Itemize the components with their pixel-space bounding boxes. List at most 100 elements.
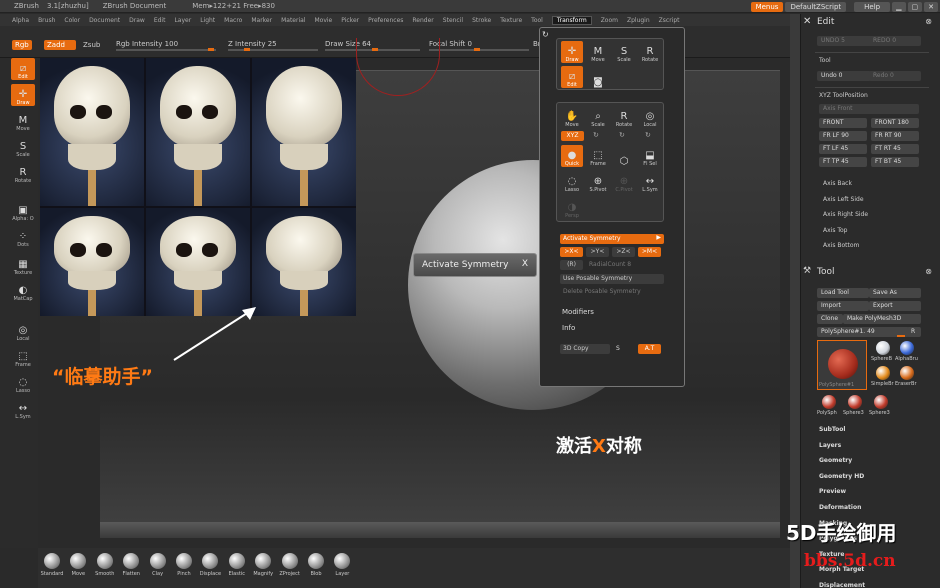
axis-left-side-button[interactable]: Axis Left Side: [823, 196, 864, 203]
help-button[interactable]: Help: [854, 1, 891, 12]
radial-r-toggle[interactable]: (R): [560, 260, 583, 270]
menu-color[interactable]: Color: [64, 17, 80, 24]
menu-preferences[interactable]: Preferences: [368, 17, 403, 24]
radial-count-slider[interactable]: RadialCount 8: [586, 260, 664, 270]
menu-light[interactable]: Light: [200, 17, 215, 24]
shelf-matcap-button[interactable]: ◐ MatCap: [11, 280, 35, 302]
transform-camera-button[interactable]: ◙: [587, 66, 609, 88]
axis-back-button[interactable]: Axis Back: [823, 180, 852, 187]
maximize-icon[interactable]: ▢: [907, 1, 923, 12]
undo-steps-button[interactable]: UNDO 5: [817, 36, 873, 46]
subpalette-subtool[interactable]: SubTool: [819, 426, 845, 433]
axis-right-side-button[interactable]: Axis Right Side: [823, 211, 868, 218]
menu-texture[interactable]: Texture: [500, 17, 522, 24]
brush-flatten-button[interactable]: Flatten: [119, 553, 143, 577]
view-ft-bt-45-button[interactable]: FT BT 45: [871, 157, 919, 167]
view-ft-rt-45-button[interactable]: FT RT 45: [871, 144, 919, 154]
transform-quick-button[interactable]: ● Quick: [561, 145, 583, 167]
menu-macro[interactable]: Macro: [224, 17, 242, 24]
transform-persp-button[interactable]: ◑ Persp: [561, 197, 583, 219]
menu-stencil[interactable]: Stencil: [443, 17, 463, 24]
transform-draw-button[interactable]: ✛ Draw: [561, 41, 583, 63]
tool-thumb-sphere3[interactable]: Sphere3: [869, 394, 893, 418]
axis-top-button[interactable]: Axis Top: [823, 227, 847, 234]
shelf-lsym-button[interactable]: ↔ L.Sym: [11, 398, 35, 420]
axis-front-button[interactable]: Axis Front: [819, 104, 919, 114]
transform-cpivot-button[interactable]: ⊕ C.Pivot: [613, 171, 635, 193]
z-intensity-slider[interactable]: [228, 49, 318, 51]
rgb-toggle[interactable]: Rgb: [12, 40, 32, 50]
menu-tool[interactable]: Tool: [531, 17, 543, 24]
clone-button[interactable]: Clone: [817, 314, 843, 324]
subpalette-preview[interactable]: Preview: [819, 488, 846, 495]
brush-move-button[interactable]: Move: [66, 553, 90, 577]
symmetry-y-toggle[interactable]: >Y<: [586, 247, 609, 257]
brush-layer-button[interactable]: Layer: [330, 553, 354, 577]
tool-thumb-simplebr[interactable]: SimpleBr: [871, 365, 895, 389]
axis-bottom-button[interactable]: Axis Bottom: [823, 242, 859, 249]
default-zscript-button[interactable]: DefaultZScript: [785, 1, 847, 12]
tool-thumb-polysphere[interactable]: PolySphere#1: [817, 340, 867, 390]
brush-clay-button[interactable]: Clay: [146, 553, 170, 577]
tool-thumb-sphereb[interactable]: SphereB: [871, 340, 895, 364]
transform-rotate-button[interactable]: R Rotate: [613, 106, 635, 128]
transform-flsel-button[interactable]: ⬓ Fl Sel: [639, 145, 661, 167]
close-tray-icon[interactable]: ✕: [803, 16, 811, 27]
shelf-dots-button[interactable]: ⁘ Dots: [11, 226, 35, 248]
redo-button[interactable]: Redo 0: [869, 71, 921, 81]
tool-palette-close-icon[interactable]: ⊗: [925, 267, 932, 276]
brush-displace-button[interactable]: Displace: [198, 553, 222, 577]
tool-thumb-sphere3[interactable]: Sphere3: [843, 394, 867, 418]
load-tool-button[interactable]: Load Tool: [817, 288, 869, 298]
menu-zscript[interactable]: Zscript: [659, 17, 680, 24]
current-tool-knob[interactable]: [897, 335, 905, 337]
z-intensity-knob[interactable]: [244, 48, 250, 51]
modifiers-subpalette[interactable]: Modifiers: [562, 308, 594, 316]
palette-pin-icon[interactable]: ↻: [542, 30, 549, 39]
view-fr-rt-90-button[interactable]: FR RT 90: [871, 131, 919, 141]
menu-stroke[interactable]: Stroke: [472, 17, 491, 24]
shelf-edit-button[interactable]: ⧄ Edit: [11, 58, 35, 80]
redo-steps-button[interactable]: REDO 0: [869, 36, 921, 46]
view-ft-tp-45-button[interactable]: FT TP 45: [819, 157, 867, 167]
brush-standard-button[interactable]: Standard: [40, 553, 64, 577]
transform-lasso-button[interactable]: ◌ Lasso: [561, 171, 583, 193]
edit-palette-close-icon[interactable]: ⊗: [925, 17, 932, 26]
shelf-lasso-button[interactable]: ◌ Lasso: [11, 372, 35, 394]
tool-thumb-polysph[interactable]: PolySph: [817, 394, 841, 418]
make-polymesh3d-button[interactable]: Make PolyMesh3D: [843, 314, 921, 324]
subpalette-deformation[interactable]: Deformation: [819, 504, 861, 511]
transform-edit-button[interactable]: ⧄ Edit: [561, 66, 583, 88]
menus-button[interactable]: Menus: [750, 1, 784, 12]
tool-thumb-eraserbr[interactable]: EraserBr: [895, 365, 919, 389]
view-fr-lf-90-button[interactable]: FR LF 90: [819, 131, 867, 141]
info-subpalette[interactable]: Info: [562, 324, 575, 332]
view-ft-lf-45-button[interactable]: FT LF 45: [819, 144, 867, 154]
activate-symmetry-button[interactable]: Activate Symmetry ▶: [560, 234, 664, 244]
symmetry-x-toggle[interactable]: >X<: [560, 247, 583, 257]
shelf-local-button[interactable]: ◎ Local: [11, 320, 35, 342]
shelf-scale-button[interactable]: S Scale: [11, 136, 35, 158]
close-icon[interactable]: ✕: [924, 1, 938, 12]
menu-material[interactable]: Material: [281, 17, 305, 24]
subpalette-geometry-hd[interactable]: Geometry HD: [819, 473, 864, 480]
brush-smooth-button[interactable]: Smooth: [93, 553, 117, 577]
shelf-draw-button[interactable]: ✛ Draw: [11, 84, 35, 106]
shelf-frame-button[interactable]: ⬚ Frame: [11, 346, 35, 368]
shelf-rotate-button[interactable]: R Rotate: [11, 162, 35, 184]
menu-draw[interactable]: Draw: [129, 17, 145, 24]
menu-alpha[interactable]: Alpha: [12, 17, 29, 24]
export-button[interactable]: Export: [869, 301, 921, 311]
transform-scale-button[interactable]: ⌕ Scale: [587, 106, 609, 128]
menu-zplugin[interactable]: Zplugin: [627, 17, 650, 24]
delete-posable-symmetry-button[interactable]: Delete Posable Symmetry: [560, 287, 664, 297]
zadd-toggle[interactable]: Zadd: [44, 40, 76, 50]
symmetry-z-toggle[interactable]: >Z<: [612, 247, 635, 257]
at-toggle[interactable]: A.T: [638, 344, 661, 354]
transform-spivot-button[interactable]: ⊕ S.Pivot: [587, 171, 609, 193]
shelf-alphao-button[interactable]: ▣ Alpha: O: [11, 200, 35, 222]
symmetry-m-toggle[interactable]: >M<: [638, 247, 661, 257]
transform-frame-button[interactable]: ⬚ Frame: [587, 145, 609, 167]
import-button[interactable]: Import: [817, 301, 869, 311]
rotate-axis-icon[interactable]: ↻: [619, 131, 625, 139]
